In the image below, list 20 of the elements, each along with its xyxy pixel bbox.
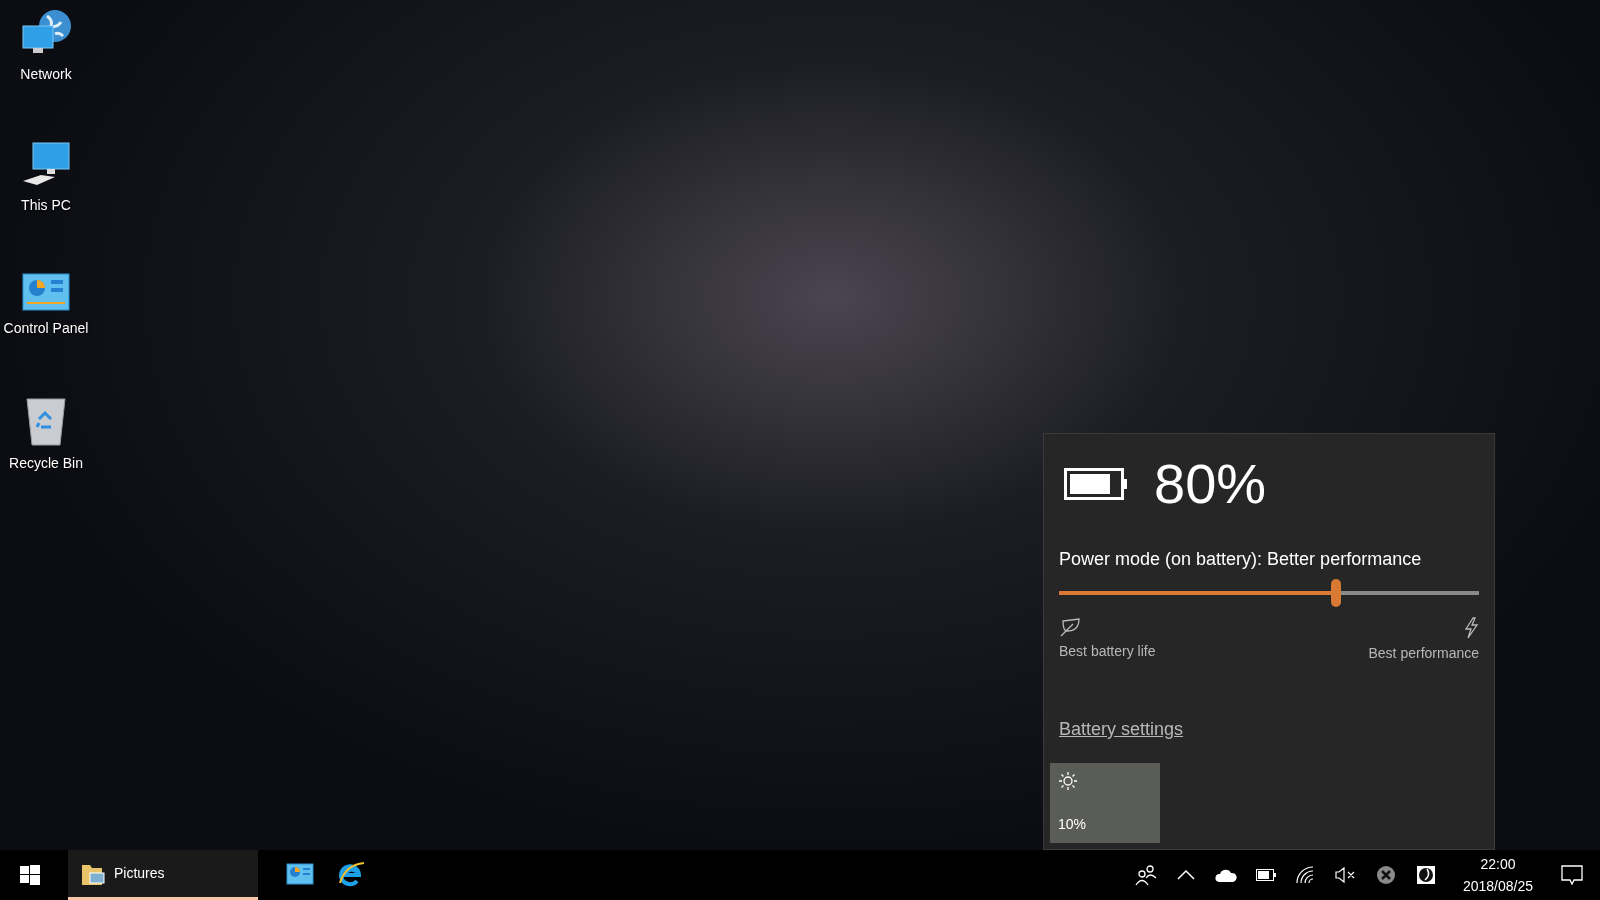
battery-settings-link[interactable]: Battery settings xyxy=(1059,716,1184,743)
leaf-icon xyxy=(1059,617,1081,637)
desktop-icon-label[interactable]: Network xyxy=(20,64,72,85)
lightning-icon xyxy=(1463,617,1479,639)
brightness-tile[interactable]: 10% xyxy=(1050,763,1160,843)
control-panel-icon[interactable] xyxy=(19,270,73,314)
control-panel-icon xyxy=(286,862,314,885)
clock[interactable]: 22:00 2018/08/25 xyxy=(1452,850,1544,900)
desktop-icon-label[interactable]: Control Panel xyxy=(3,318,89,339)
battery-icon xyxy=(1064,468,1128,500)
slider-thumb[interactable] xyxy=(1331,579,1342,607)
power-mode-label: Power mode (on battery): Better performance xyxy=(1059,548,1423,571)
taskbar-app-button[interactable]: Pictures xyxy=(68,850,258,900)
battery-percentage: 80% xyxy=(1154,456,1267,512)
windows-logo-icon xyxy=(20,865,40,885)
performance-label: Best performance xyxy=(1368,644,1479,663)
battery-life-label: Best battery life xyxy=(1059,642,1156,661)
desktop-icon-label[interactable]: Recycle Bin xyxy=(9,453,83,474)
sun-icon xyxy=(1058,771,1078,791)
desktop-icon-label[interactable]: This PC xyxy=(21,195,71,216)
